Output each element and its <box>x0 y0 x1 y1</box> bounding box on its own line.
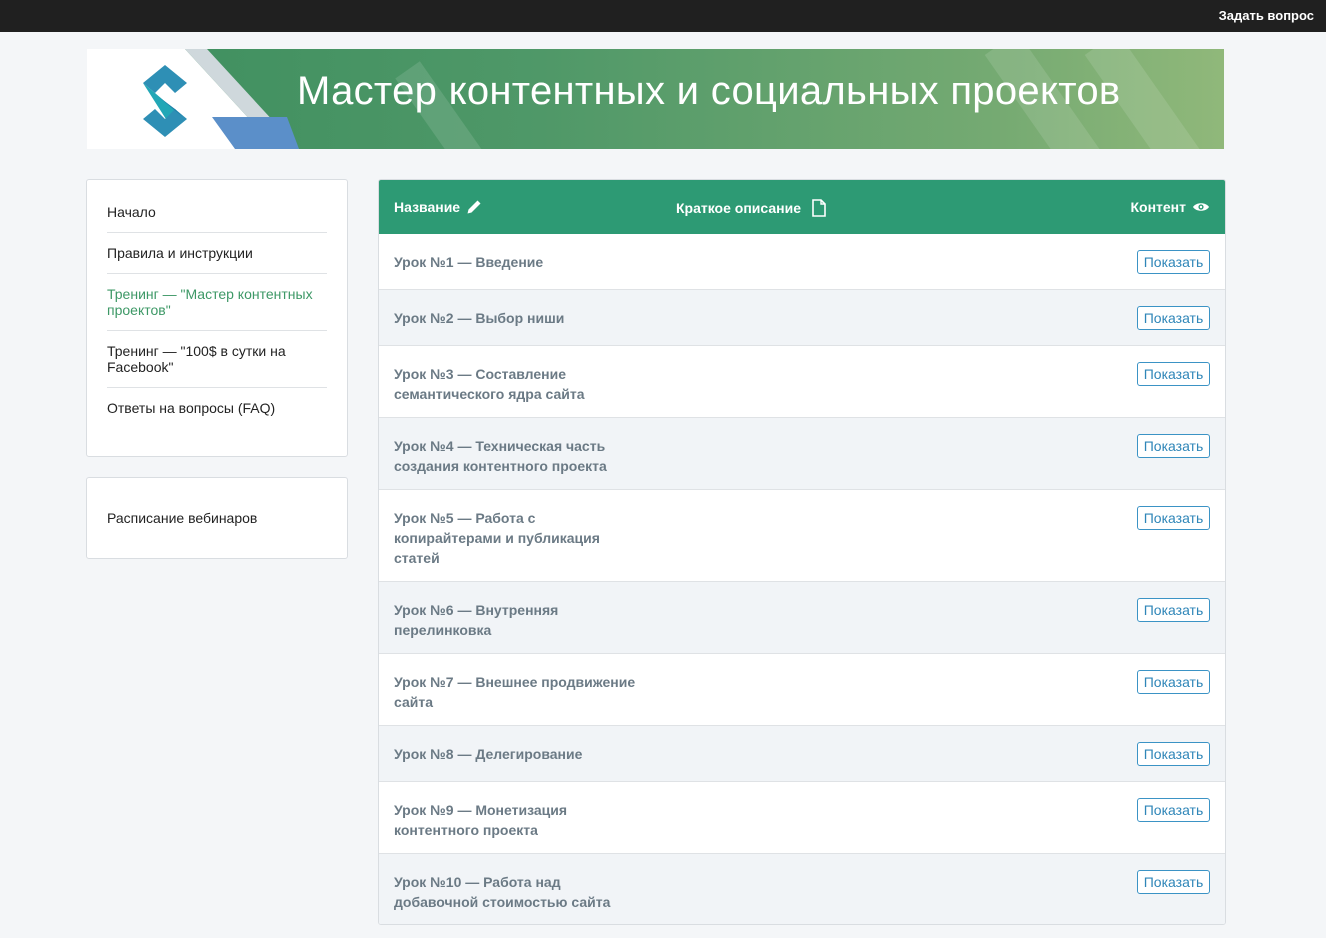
document-icon <box>812 199 826 217</box>
lessons-table: Название Краткое описание Контент Урок №… <box>378 179 1226 925</box>
lesson-title[interactable]: Урок №4 — Техническая часть создания кон… <box>394 436 649 476</box>
show-button[interactable]: Показать <box>1137 598 1210 622</box>
banner-title: Мастер контентных и социальных проектов <box>297 69 1121 113</box>
table-row: Урок №1 — Введение Показать <box>379 234 1225 290</box>
table-row: Урок №3 — Составление семантического ядр… <box>379 346 1225 418</box>
lesson-title[interactable]: Урок №9 — Монетизация контентного проект… <box>394 800 594 840</box>
sidebar-item-home[interactable]: Начало <box>107 204 327 233</box>
show-button[interactable]: Показать <box>1137 250 1210 274</box>
lesson-title[interactable]: Урок №3 — Составление семантического ядр… <box>394 364 649 404</box>
table-header: Название Краткое описание Контент <box>379 180 1225 234</box>
header-name-label: Название <box>394 199 461 215</box>
show-button[interactable]: Показать <box>1137 742 1210 766</box>
show-button[interactable]: Показать <box>1137 362 1210 386</box>
header-content: Контент <box>1130 199 1210 215</box>
lesson-title[interactable]: Урок №8 — Делегирование <box>394 744 649 764</box>
table-row: Урок №6 — Внутренняя перелинковка Показа… <box>379 582 1225 654</box>
show-button[interactable]: Показать <box>1137 870 1210 894</box>
lesson-title[interactable]: Урок №1 — Введение <box>394 252 649 272</box>
header-content-label: Контент <box>1130 199 1186 215</box>
show-button[interactable]: Показать <box>1137 670 1210 694</box>
show-button[interactable]: Показать <box>1137 434 1210 458</box>
logo-icon <box>143 65 187 137</box>
sidebar-item-faq[interactable]: Ответы на вопросы (FAQ) <box>107 388 327 416</box>
table-row: Урок №8 — Делегирование Показать <box>379 726 1225 782</box>
table-row: Урок №4 — Техническая часть создания кон… <box>379 418 1225 490</box>
table-row: Урок №10 — Работа над добавочной стоимос… <box>379 854 1225 924</box>
header-banner: Мастер контентных и социальных проектов <box>87 49 1224 149</box>
sidebar-nav: Начало Правила и инструкции Тренинг — "М… <box>86 179 348 457</box>
lesson-title[interactable]: Урок №7 — Внешнее продвижение сайта <box>394 672 649 712</box>
lesson-title[interactable]: Урок №6 — Внутренняя перелинковка <box>394 600 594 640</box>
table-row: Урок №5 — Работа с копирайтерами и публи… <box>379 490 1225 582</box>
lesson-title[interactable]: Урок №5 — Работа с копирайтерами и публи… <box>394 508 624 568</box>
show-button[interactable]: Показать <box>1137 798 1210 822</box>
sidebar-item-rules[interactable]: Правила и инструкции <box>107 233 327 274</box>
lesson-title[interactable]: Урок №10 — Работа над добавочной стоимос… <box>394 872 634 912</box>
sidebar-item-content-training[interactable]: Тренинг — "Мастер контентных проектов" <box>107 274 327 331</box>
eye-icon <box>1193 203 1209 211</box>
lesson-title[interactable]: Урок №2 — Выбор ниши <box>394 308 649 328</box>
table-body: Урок №1 — Введение Показать Урок №2 — Вы… <box>379 234 1225 924</box>
header-description-label: Краткое описание <box>676 200 801 216</box>
table-row: Урок №2 — Выбор ниши Показать <box>379 290 1225 346</box>
header-description: Краткое описание <box>676 199 827 217</box>
top-navbar: Задать вопрос <box>0 0 1326 32</box>
show-button[interactable]: Показать <box>1137 506 1210 530</box>
webinar-schedule-link[interactable]: Расписание вебинаров <box>107 510 257 526</box>
table-row: Урок №7 — Внешнее продвижение сайта Пока… <box>379 654 1225 726</box>
pencil-icon <box>467 200 481 214</box>
show-button[interactable]: Показать <box>1137 306 1210 330</box>
ask-question-link[interactable]: Задать вопрос <box>1219 8 1314 23</box>
sidebar-item-facebook-training[interactable]: Тренинг — "100$ в сутки на Facebook" <box>107 331 327 388</box>
header-name: Название <box>394 199 482 215</box>
table-row: Урок №9 — Монетизация контентного проект… <box>379 782 1225 854</box>
webinar-panel: Расписание вебинаров <box>86 477 348 559</box>
